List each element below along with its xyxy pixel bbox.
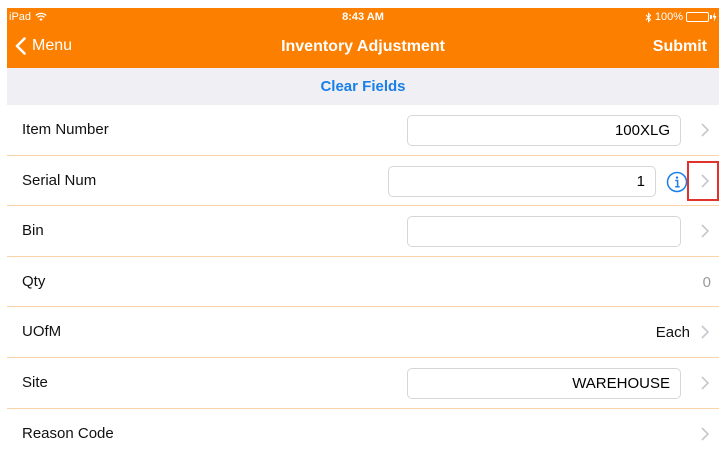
bin-label: Bin	[22, 222, 44, 240]
submit-button[interactable]: Submit	[653, 38, 707, 56]
highlight-box	[687, 160, 719, 201]
battery-percent: 100%	[654, 11, 683, 23]
bluetooth-icon	[645, 11, 652, 23]
info-icon[interactable]	[666, 171, 688, 193]
chevron-right-icon[interactable]	[699, 122, 711, 138]
form-row-item-number[interactable]: Item Number 100XLG	[7, 105, 719, 156]
form-row-bin[interactable]: Bin	[7, 206, 719, 257]
site-field[interactable]: WAREHOUSE	[407, 367, 681, 399]
chevron-right-icon[interactable]	[699, 324, 711, 340]
battery-cap	[710, 15, 712, 19]
navigation-bar: Menu Inventory Adjustment Submit	[7, 27, 719, 68]
form-row-site[interactable]: Site WAREHOUSE	[7, 358, 719, 409]
site-label: Site	[22, 373, 48, 391]
status-time: 8:43 AM	[342, 11, 384, 23]
reason-code-label: Reason Code	[22, 424, 114, 442]
item-number-label: Item Number	[22, 121, 109, 138]
form-row-qty[interactable]: Qty 0	[7, 257, 719, 308]
form-row-reason-code[interactable]: Reason Code	[7, 409, 719, 452]
status-bar: iPad 8:43 AM 100%	[7, 8, 719, 27]
adjustment-form: Item Number 100XLG Serial Num 1 Bin Qty …	[7, 105, 719, 452]
page-title: Inventory Adjustment	[281, 38, 445, 55]
bin-field[interactable]	[407, 216, 681, 248]
chevron-right-icon[interactable]	[699, 375, 711, 391]
serial-num-field[interactable]: 1	[388, 165, 656, 197]
form-row-uofm[interactable]: UOfM Each	[7, 307, 719, 358]
chevron-right-icon[interactable]	[699, 223, 711, 239]
qty-label: Qty	[22, 272, 46, 290]
inventory-adjustment-screen: iPad 8:43 AM 100% Menu Inventory Adjustm…	[0, 0, 719, 452]
chevron-right-icon[interactable]	[699, 426, 711, 442]
clear-fields-bar: Clear Fields	[7, 68, 719, 105]
qty-value[interactable]: 0	[703, 274, 711, 291]
uofm-label: UOfM	[22, 323, 62, 341]
form-row-serial-num[interactable]: Serial Num 1	[7, 156, 719, 207]
uofm-value[interactable]: Each	[656, 324, 690, 341]
item-number-field[interactable]: 100XLG	[407, 115, 681, 146]
status-right: 100%	[645, 11, 717, 23]
serial-num-label: Serial Num	[22, 171, 97, 189]
charging-icon	[712, 12, 717, 22]
battery-icon	[686, 12, 712, 22]
clear-fields-button[interactable]: Clear Fields	[320, 78, 405, 95]
